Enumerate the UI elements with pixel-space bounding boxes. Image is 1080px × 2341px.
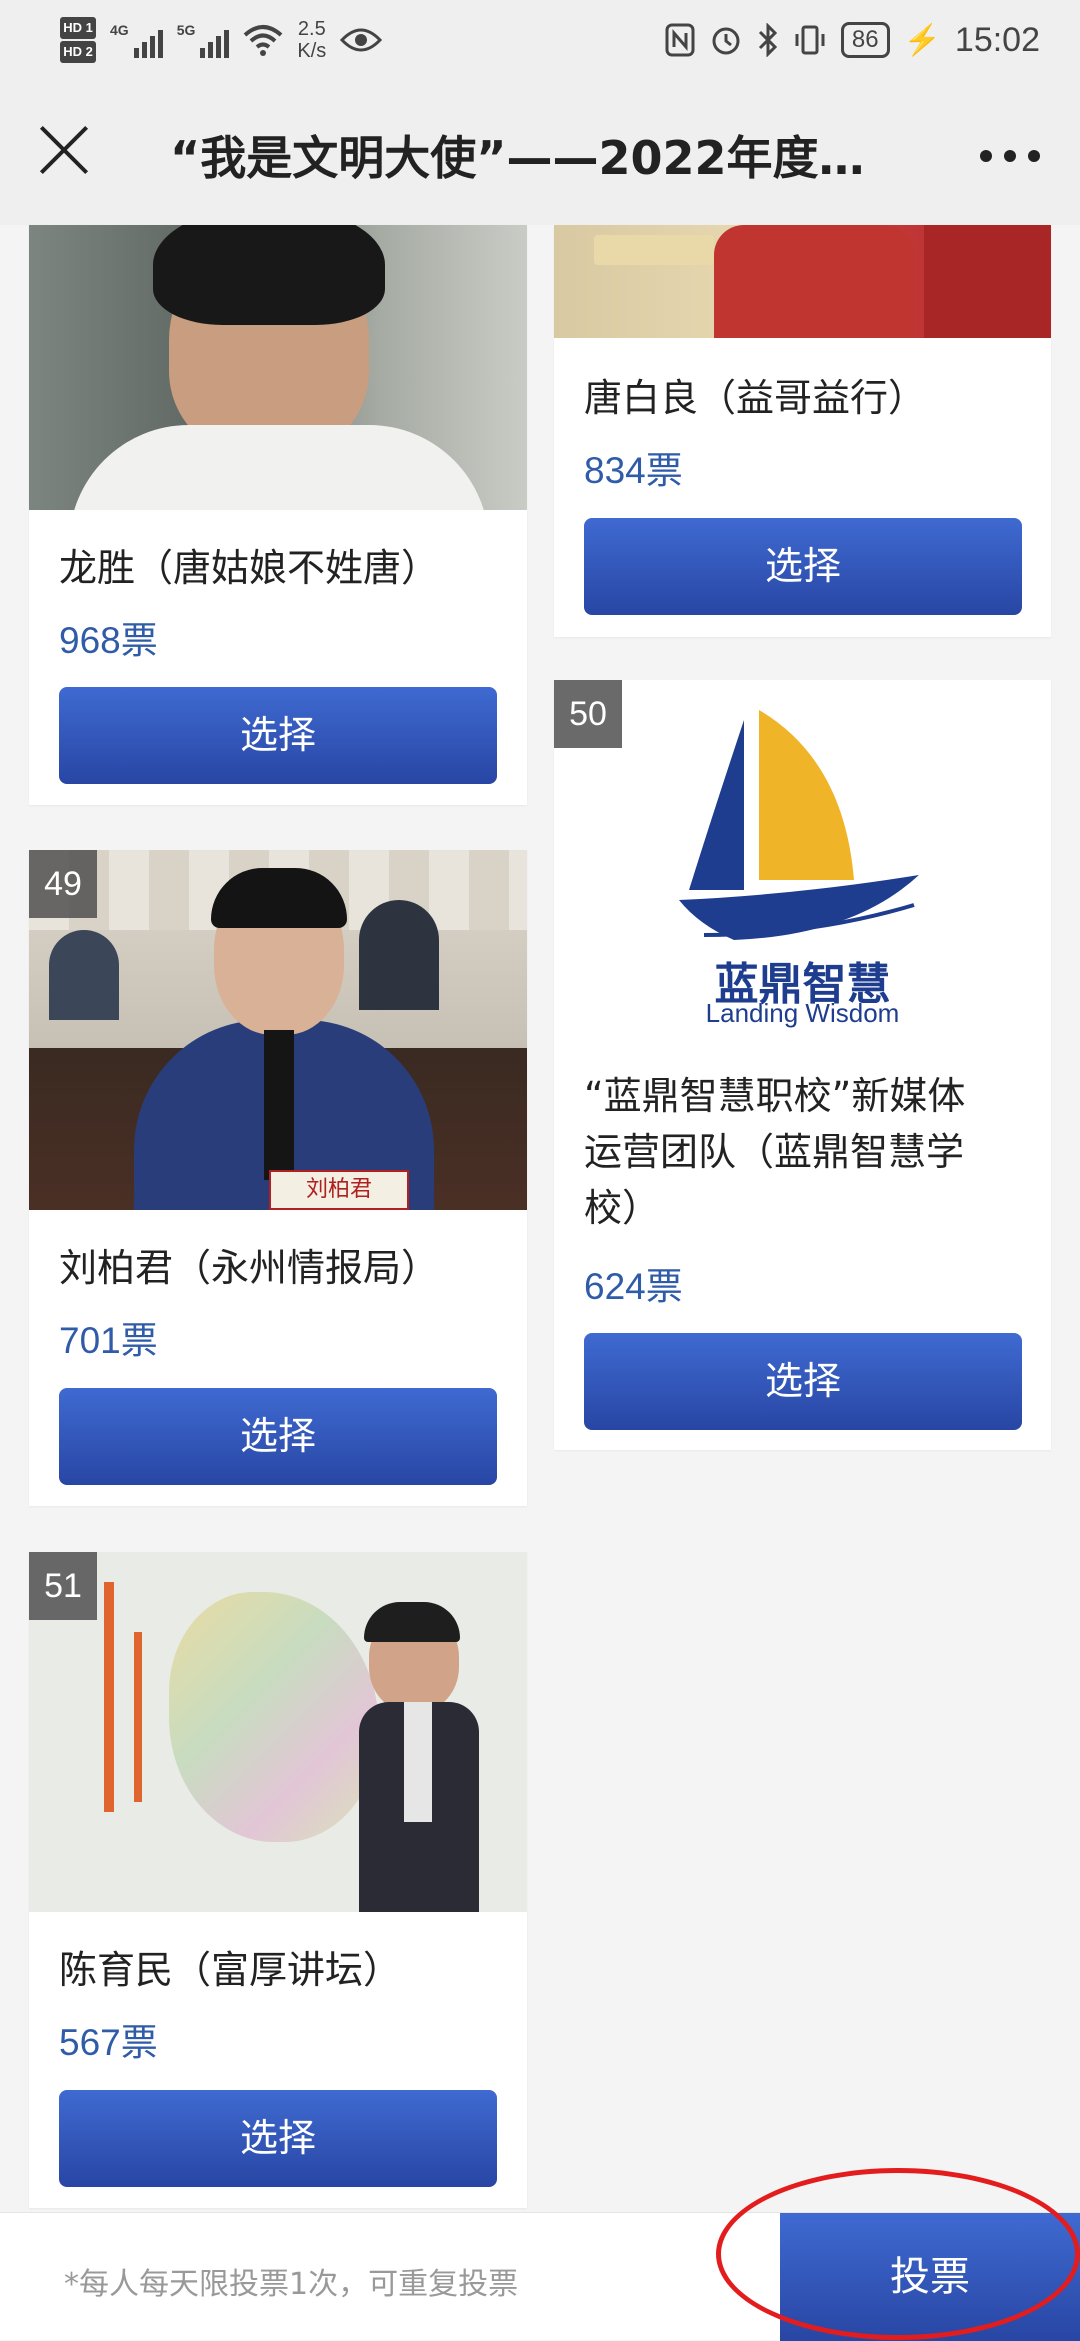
network-type-1: 4G [110, 22, 129, 38]
battery-icon: 86 [840, 22, 890, 58]
candidate-card: 龙胜（唐姑娘不姓唐） 968票 选择 [29, 225, 527, 805]
more-options-icon[interactable] [980, 150, 1040, 162]
vote-button[interactable]: 投票 [780, 2213, 1080, 2341]
select-button[interactable]: 选择 [584, 1333, 1022, 1430]
vote-count: 834票 [584, 450, 683, 491]
signal-icon: 4G [110, 22, 163, 58]
wifi-icon [244, 25, 283, 56]
signal-icon-2: 5G [177, 22, 230, 58]
candidate-photo [29, 1552, 527, 1912]
name-plate: 刘柏君 [269, 1170, 409, 1210]
vibrate-icon [795, 25, 825, 55]
candidate-number: 50 [554, 680, 622, 748]
select-button[interactable]: 选择 [59, 1388, 497, 1485]
candidate-name: 唐白良（益哥益行） [584, 376, 927, 420]
candidate-number: 51 [29, 1552, 97, 1620]
candidate-card: 51 陈育民（富厚讲坛） 567票 选择 [29, 1552, 527, 2208]
vote-count: 968票 [59, 620, 158, 661]
candidate-name-line3: 校） [584, 1186, 661, 1230]
candidate-name-line2: 运营团队（蓝鼎智慧学 [584, 1130, 965, 1174]
candidate-name-line1: “蓝鼎智慧职校”新媒体 [584, 1074, 966, 1118]
candidate-name: 龙胜（唐姑娘不姓唐） [59, 546, 440, 590]
candidate-card: 唐白良（益哥益行） 834票 选择 [554, 225, 1051, 637]
vote-count: 701票 [59, 1320, 158, 1361]
clock: 15:02 [954, 20, 1040, 59]
candidate-photo: 刘柏君 [29, 850, 527, 1210]
hd-indicator: HD 1 HD 2 [60, 17, 96, 63]
candidate-name: 刘柏君（永州情报局） [59, 1246, 440, 1290]
candidate-photo [29, 225, 527, 510]
vote-count: 567票 [59, 2022, 158, 2063]
vote-count: 624票 [584, 1266, 683, 1307]
candidate-number: 49 [29, 850, 97, 918]
network-type-2: 5G [176, 22, 196, 38]
net-speed: 2.5 K/s [297, 18, 327, 62]
candidate-photo: 蓝鼎智慧 Landing Wisdom [554, 680, 1051, 1040]
page-title: “我是文明大使”——2022年度… [170, 131, 865, 185]
bluetooth-icon [758, 23, 777, 57]
eye-icon [340, 28, 383, 52]
select-button[interactable]: 选择 [584, 518, 1022, 615]
hd1-badge: HD 1 [60, 17, 96, 39]
select-button[interactable]: 选择 [59, 687, 497, 784]
status-bar: HD 1 HD 2 4G 5G 2.5 K/s 86 ⚡ 15:02 [0, 0, 1080, 80]
nav-bar: “我是文明大使”——2022年度… [0, 80, 1080, 225]
candidate-photo [554, 225, 1051, 338]
alarm-icon [712, 27, 740, 55]
nfc-icon [665, 23, 695, 57]
candidate-card: 刘柏君 49 刘柏君（永州情报局） 701票 选择 [29, 850, 527, 1506]
close-icon[interactable] [36, 122, 92, 178]
select-button[interactable]: 选择 [59, 2090, 497, 2187]
vote-rule-note: *每人每天限投票1次，可重复投票 [64, 2267, 519, 2302]
bottom-bar: *每人每天限投票1次，可重复投票 投票 [0, 2212, 1080, 2341]
hd2-badge: HD 2 [60, 41, 96, 63]
candidate-card: 蓝鼎智慧 Landing Wisdom 50 “蓝鼎智慧职校”新媒体 运营团队（… [554, 680, 1051, 1450]
candidate-name: 陈育民（富厚讲坛） [59, 1948, 402, 1992]
charging-icon: ⚡ [903, 23, 941, 57]
logo-text-en: Landing Wisdom [705, 998, 900, 1028]
